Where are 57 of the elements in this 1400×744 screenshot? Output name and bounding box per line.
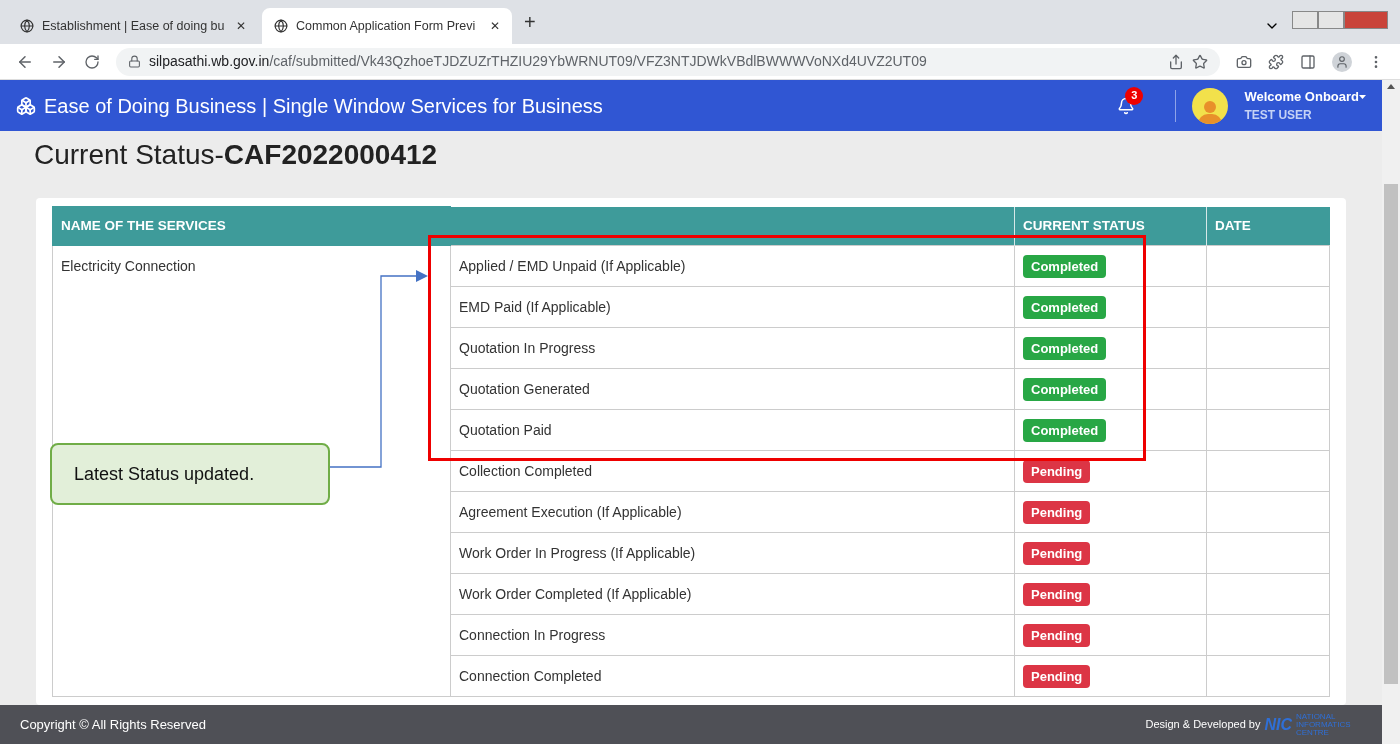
tab-title: Common Application Form Previ (296, 17, 477, 35)
lock-icon (128, 55, 141, 68)
step-text: Connection In Progress (459, 626, 606, 643)
scrollbar[interactable] (1382, 80, 1400, 744)
new-tab-button[interactable]: + (524, 7, 536, 37)
notification-count: 3 (1125, 86, 1144, 105)
site-title: Ease of Doing Business | Single Window Services for Business (44, 93, 603, 119)
globe-icon (20, 19, 34, 33)
step-text: Work Order Completed (If Applicable) (459, 585, 692, 602)
status-badge: Pending (1023, 541, 1091, 566)
browser-tab[interactable]: Common Application Form Previ ✕ (262, 8, 512, 44)
scroll-up-icon[interactable] (1387, 84, 1395, 89)
tab-title: Establishment | Ease of doing bu (42, 17, 226, 35)
bookmark-icon[interactable] (1192, 53, 1208, 70)
status-badge: Pending (1023, 582, 1091, 607)
status-badge: Pending (1023, 623, 1091, 648)
url-text: silpasathi.wb.gov.in/caf/submitted/Vk43QzhoeTJDZUZrTHZIU29YbWRNUT09/VFZ3NTJDWkVBdlBWWWVoNXd4UVZ2UT09 (149, 52, 927, 71)
extensions-icon[interactable] (1268, 53, 1284, 70)
status-badge: Completed (1023, 336, 1107, 361)
step-text: Work Order In Progress (If Applicable) (459, 544, 696, 561)
step-text: Quotation Paid (459, 421, 552, 438)
status-badge: Completed (1023, 377, 1107, 402)
user-name: TEST USER (1244, 107, 1313, 125)
side-panel-icon[interactable] (1300, 53, 1316, 70)
profile-icon[interactable] (1332, 51, 1352, 72)
column-header: DATE (1206, 206, 1330, 246)
column-header: NAME OF THE SERVICES (52, 206, 451, 246)
step-text: Applied / EMD Unpaid (If Applicable) (459, 257, 686, 274)
status-badge: Completed (1023, 254, 1107, 279)
step-text: Quotation In Progress (459, 339, 596, 356)
camera-icon[interactable] (1236, 53, 1252, 70)
step-text: EMD Paid (If Applicable) (459, 298, 611, 315)
step-text: Collection Completed (459, 462, 593, 479)
status-badge: Pending (1023, 664, 1091, 689)
welcome-menu[interactable]: Welcome Onboard (1244, 86, 1359, 107)
globe-icon (274, 19, 288, 33)
page-title: Current Status-CAF2022000412 (34, 139, 438, 171)
cubes-logo-icon (16, 95, 36, 116)
close-tab-button[interactable]: ✕ (490, 17, 500, 35)
reload-icon[interactable] (84, 53, 100, 70)
step-text: Connection Completed (459, 667, 602, 684)
status-badge: Completed (1023, 418, 1107, 443)
caret-icon (1359, 94, 1366, 99)
avatar-icon[interactable] (1192, 87, 1229, 124)
status-badge: Completed (1023, 295, 1107, 320)
address-bar[interactable]: silpasathi.wb.gov.in/caf/submitted/Vk43QzhoeTJDZUZrTHZIU29YbWRNUT09/VFZ3NTJDWkVBdlBWWWVoNXd4UVZ2UT09 (116, 47, 1220, 76)
step-text: Agreement Execution (If Applicable) (459, 503, 682, 520)
status-badge: Pending (1023, 459, 1091, 484)
step-text: Quotation Generated (459, 380, 590, 397)
service-name: Electricity Connection (61, 258, 196, 275)
callout-text: Latest Status updated. (74, 462, 255, 486)
close-tab-button[interactable]: ✕ (236, 17, 246, 35)
share-icon[interactable] (1168, 53, 1184, 70)
copyright-text: Copyright © All Rights Reserved (20, 715, 206, 734)
status-badge: Pending (1023, 500, 1091, 525)
credit-text: Design & Developed by (1145, 717, 1261, 733)
column-header: CURRENT STATUS (1014, 206, 1207, 246)
